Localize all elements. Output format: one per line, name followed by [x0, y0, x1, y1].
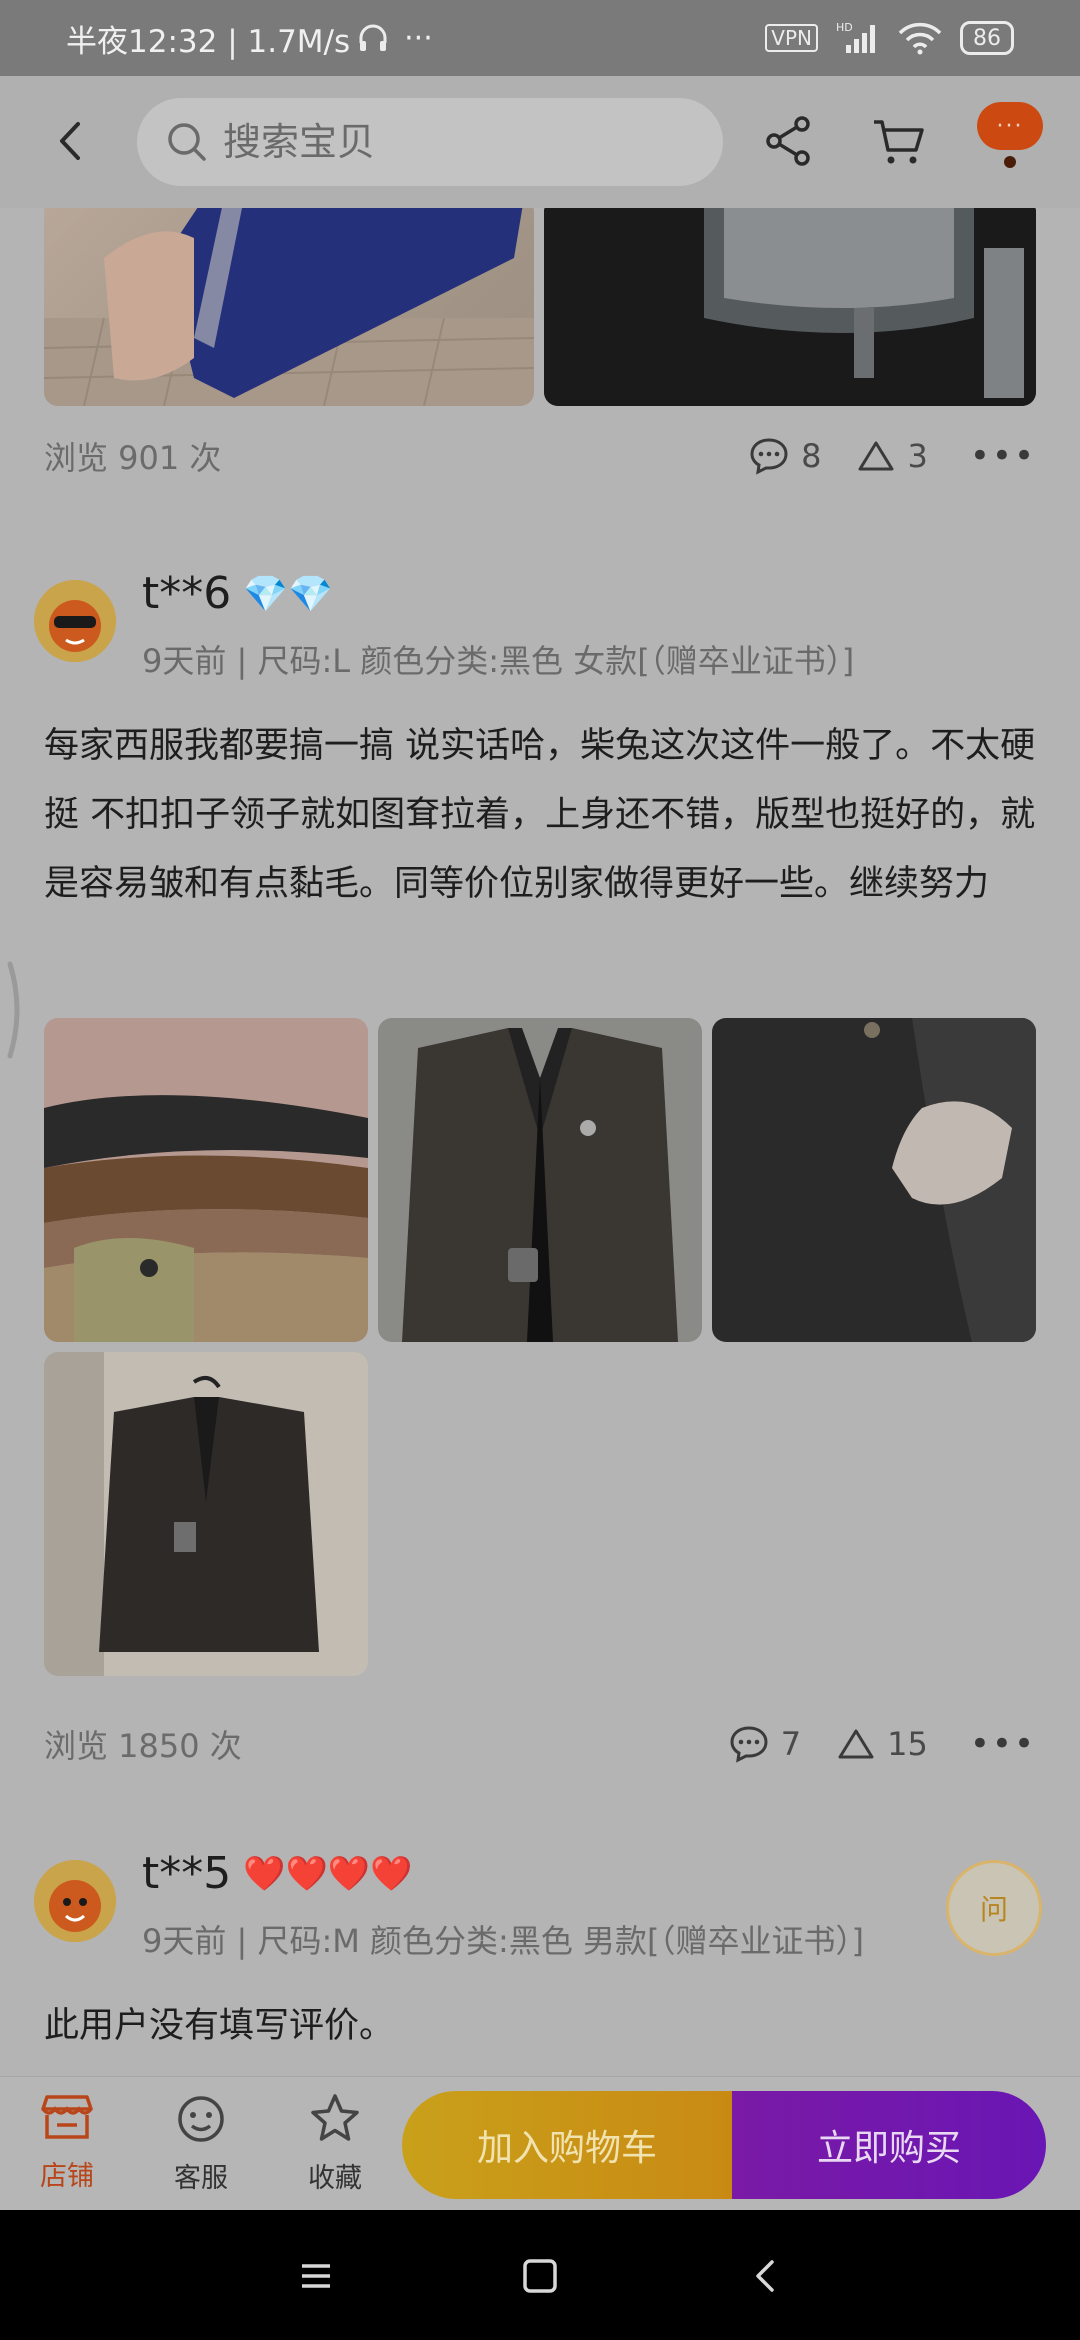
like-button[interactable]: 3	[857, 437, 928, 475]
review-text: 每家西服我都要搞一搞 说实话哈，柴兔这次这件一般了。不太硬挺 不扣扣子领子就如图…	[44, 726, 1036, 904]
bottom-action-bar: 店铺 客服 收藏 加入购物车 立即购买	[0, 2076, 1080, 2210]
store-icon	[41, 2095, 93, 2139]
favorite-label: 收藏	[308, 2163, 362, 2194]
review-photo-4[interactable]	[44, 1352, 368, 1676]
add-to-cart-label: 加入购物车	[476, 2128, 657, 2169]
review-photo-3[interactable]	[712, 1018, 1036, 1342]
more-options-icon[interactable]: •••	[970, 1724, 1036, 1764]
cart-icon[interactable]	[870, 114, 928, 168]
reviewer-name: t**5 ❤️❤️❤️❤️	[142, 1848, 413, 1899]
more-options-icon[interactable]: •••	[970, 436, 1036, 476]
comment-icon	[730, 1726, 768, 1763]
wifi-icon	[898, 22, 942, 55]
ask-question-button[interactable]: 问	[946, 1860, 1042, 1956]
comment-count: 7	[780, 1725, 802, 1763]
more-menu-button[interactable]: ···	[977, 102, 1043, 150]
username-text: t**5	[142, 1848, 232, 1899]
review-meta: 9天前 | 尺码:M 颜色分类:黑色 男款[（赠卒业证书）]	[142, 1922, 864, 1960]
like-button[interactable]: 15	[837, 1725, 928, 1763]
reviewer-name: t**6 💎💎	[142, 568, 333, 619]
buy-now-label: 立即购买	[816, 2128, 961, 2169]
comment-icon	[750, 438, 788, 475]
notification-dot	[1004, 156, 1016, 168]
buy-now-button[interactable]: 立即购买	[732, 2091, 1046, 2199]
avatar[interactable]	[34, 580, 116, 662]
black-jacket-image	[378, 1018, 702, 1342]
view-count: 浏览 901 次	[44, 439, 222, 477]
diploma-image	[44, 208, 534, 406]
review-meta: 9天前 | 尺码:L 颜色分类:黑色 女款[（赠卒业证书）]	[142, 642, 855, 680]
review-stats: 浏览 901 次 8 3 •••	[44, 426, 1036, 486]
reviews-list: 浏览 901 次 8 3 ••• t**6 💎💎 9天前 | 尺码:L 颜色分类…	[0, 208, 1080, 2076]
status-bar: 半夜12:32 | 1.7M/s ··· VPN HD 86	[0, 0, 1080, 76]
menu-icon[interactable]	[294, 2254, 338, 2298]
upvote-triangle-icon	[858, 441, 894, 471]
customer-service-icon	[178, 2096, 224, 2142]
system-navigation-bar	[0, 2210, 1080, 2340]
review-photo-2[interactable]	[378, 1018, 702, 1342]
review-text: 此用户没有填写评价。	[44, 2006, 395, 2046]
comment-count: 8	[801, 437, 822, 475]
fabric-closeup-image	[712, 1018, 1036, 1342]
search-icon	[168, 123, 206, 161]
star-icon	[311, 2094, 359, 2141]
store-button[interactable]: 店铺	[22, 2093, 112, 2193]
favorite-button[interactable]: 收藏	[290, 2093, 380, 2195]
svg-text:HD: HD	[836, 21, 853, 34]
review-photo-1[interactable]	[44, 1018, 368, 1342]
heart-badge-icon: ❤️❤️❤️❤️	[243, 1853, 413, 1894]
add-to-cart-button[interactable]: 加入购物车	[402, 2091, 732, 2199]
comment-button[interactable]: 7	[729, 1725, 801, 1763]
vpn-icon: VPN	[765, 24, 818, 52]
review-photo-backpack[interactable]	[544, 208, 1036, 406]
ask-label: 问	[979, 1893, 1008, 1926]
like-count: 15	[887, 1725, 928, 1763]
customer-service-label: 客服	[174, 2163, 228, 2194]
avatar-image	[34, 1860, 116, 1942]
comment-button[interactable]: 8	[749, 437, 821, 475]
backpack-image	[544, 208, 1036, 406]
diamond-badge-icon: 💎💎	[243, 573, 333, 615]
home-square-icon[interactable]	[518, 2254, 562, 2298]
store-label: 店铺	[40, 2161, 94, 2192]
back-nav-icon[interactable]	[744, 2254, 788, 2298]
like-count: 3	[907, 437, 928, 475]
suits-pile-image	[44, 1018, 368, 1342]
customer-service-button[interactable]: 客服	[156, 2093, 246, 2195]
status-time-speed: 半夜12:32 | 1.7M/s	[66, 23, 351, 60]
avatar-image	[34, 580, 116, 662]
more-menu-label: ···	[996, 113, 1024, 139]
headset-icon	[359, 24, 387, 51]
review-photo-diploma[interactable]	[44, 208, 534, 406]
back-arrow-icon[interactable]	[46, 116, 96, 166]
side-drawer-handle[interactable]	[4, 960, 26, 1060]
search-input[interactable]	[223, 120, 683, 164]
review-stats: 浏览 1850 次 7 15 •••	[44, 1714, 1036, 1774]
upvote-triangle-icon	[838, 1729, 874, 1759]
username-text: t**6	[142, 568, 232, 619]
top-header: ···	[0, 76, 1080, 208]
view-count: 浏览 1850 次	[44, 1727, 242, 1765]
search-bar[interactable]	[137, 98, 723, 186]
battery-indicator: 86	[960, 21, 1014, 55]
hanging-jacket-image	[44, 1352, 368, 1676]
share-icon[interactable]	[762, 114, 816, 168]
status-more-icon: ···	[404, 20, 433, 56]
avatar[interactable]	[34, 1860, 116, 1942]
cellular-signal-icon: HD	[836, 21, 875, 53]
